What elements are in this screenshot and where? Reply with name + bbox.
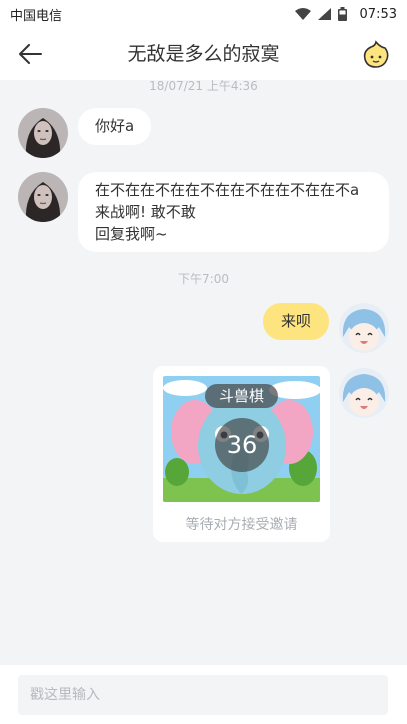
avatar[interactable]: [339, 368, 389, 418]
message-line: 来战啊! 敢不敢: [95, 203, 196, 221]
timestamp: 18/07/21 上午4:36: [149, 80, 258, 93]
page-title: 无敌是多么的寂寞: [127, 43, 280, 65]
status-bar: 中国电信 07:53: [0, 0, 407, 28]
countdown-timer: 36: [215, 418, 269, 472]
avatar[interactable]: [18, 108, 68, 158]
status-icons: 07:53: [294, 6, 397, 22]
game-name-badge: 斗兽棋: [205, 384, 278, 408]
clock: 07:53: [359, 6, 397, 22]
message-line: 在不在在不在在不在在不在在不在在不a: [95, 181, 360, 199]
battery-icon: [337, 7, 347, 21]
avatar[interactable]: [339, 303, 389, 353]
message-line: 回复我啊~: [95, 225, 168, 243]
mascot-button[interactable]: [361, 39, 391, 69]
contact-avatar-icon: [18, 172, 68, 222]
signal-icon: [317, 8, 331, 20]
mascot-icon: [363, 40, 389, 68]
timestamp: 下午7:00: [178, 272, 229, 286]
navigation-bar: 无敌是多么的寂寞: [0, 28, 407, 80]
message-bubble[interactable]: 你好a: [78, 108, 152, 145]
wifi-icon: [294, 8, 311, 20]
invite-status-text: 等待对方接受邀请: [185, 517, 298, 533]
message-input[interactable]: [18, 675, 388, 715]
carrier-name: 中国电信: [10, 8, 63, 24]
arrow-left-icon: [19, 44, 42, 64]
message-bubble[interactable]: 在不在在不在在不在在不在在不在在不a 来战啊! 敢不敢 回复我啊~: [78, 172, 389, 252]
contact-avatar-icon: [18, 108, 68, 158]
back-button[interactable]: [14, 40, 46, 68]
user-avatar-icon: [339, 303, 389, 353]
game-invite-card[interactable]: 斗兽棋 36 等待对方接受邀请: [153, 366, 330, 542]
user-avatar-icon: [339, 368, 389, 418]
avatar[interactable]: [18, 172, 68, 222]
input-area: [0, 665, 407, 724]
chat-area[interactable]: 18/07/21 上午4:36 你好a 在不在在不在在不在在不在在不在在不a 来…: [0, 80, 407, 665]
message-bubble-self[interactable]: 来呗: [263, 303, 330, 340]
